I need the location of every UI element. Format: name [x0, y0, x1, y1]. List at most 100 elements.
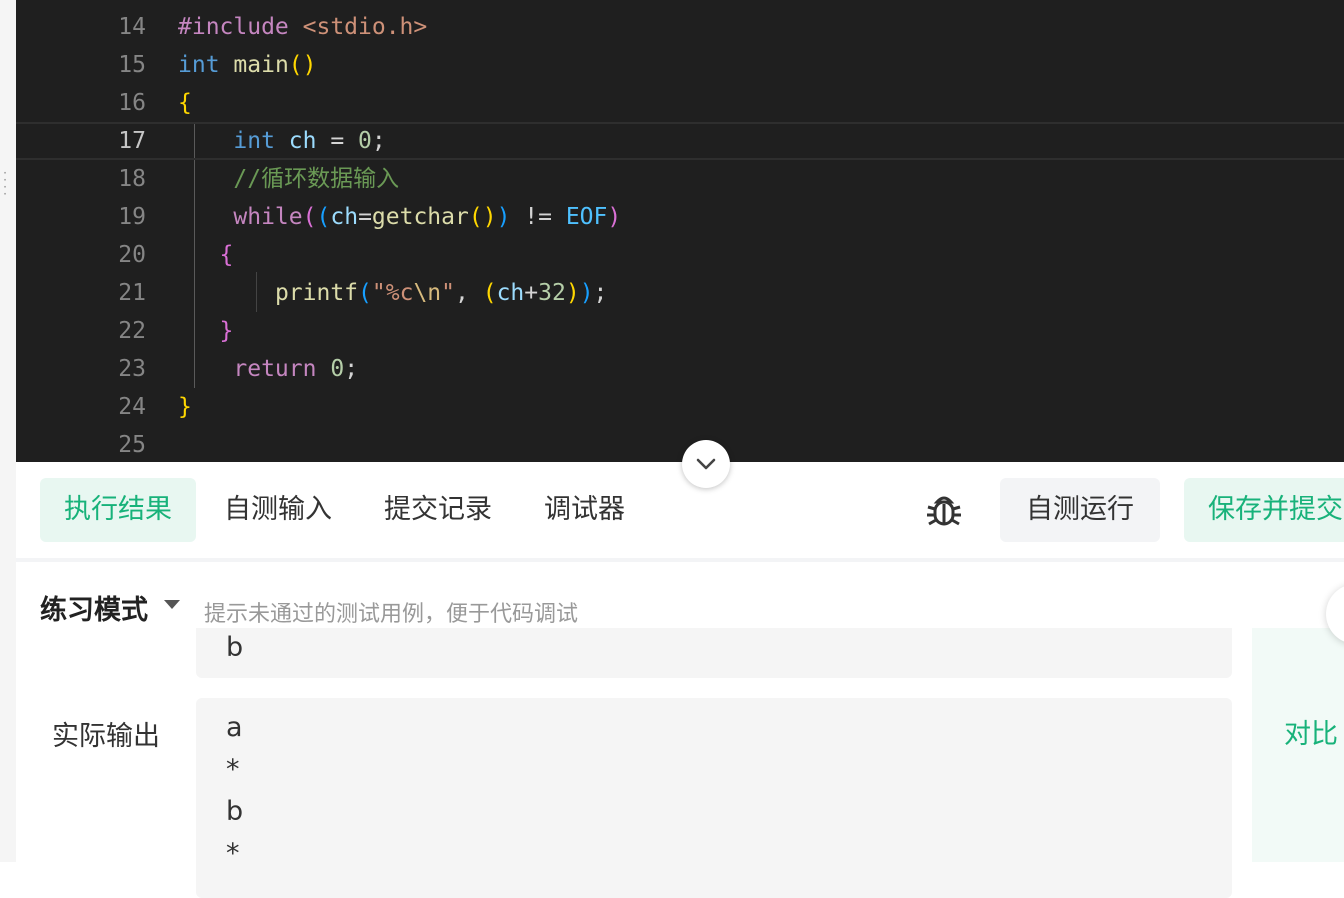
- code-token: 0: [330, 356, 345, 382]
- code-line[interactable]: 23 return 0;: [16, 350, 1344, 388]
- code-line[interactable]: 25: [16, 426, 1344, 462]
- code-line[interactable]: 17 int ch = 0;: [16, 122, 1344, 160]
- code-token: (): [288, 52, 317, 78]
- code-token: ": [441, 280, 455, 306]
- code-text: }: [178, 312, 234, 350]
- code-token: int: [178, 52, 220, 78]
- tab-debugger[interactable]: 调试器: [520, 478, 649, 542]
- code-text: int main(): [178, 46, 317, 84]
- resize-handle-icon[interactable]: · · · ·: [2, 167, 8, 200]
- line-number: 21: [118, 280, 146, 306]
- line-number: 23: [118, 356, 146, 382]
- code-text: while((ch=getchar()) != EOF): [178, 198, 621, 236]
- code-token: <stdio.h>: [302, 14, 428, 40]
- code-token: EOF: [565, 204, 608, 230]
- output-line: b: [226, 632, 244, 663]
- collapse-panel-button[interactable]: [682, 440, 730, 488]
- code-line[interactable]: 21 printf("%c\n", (ch+32));: [16, 274, 1344, 312]
- line-number: 20: [118, 242, 146, 268]
- code-token: ,: [455, 280, 483, 306]
- code-token: ): [565, 280, 580, 306]
- code-line[interactable]: 20 {: [16, 236, 1344, 274]
- code-editor[interactable]: 14 #include <stdio.h> 15 int main() 16 {17 in…: [16, 0, 1344, 462]
- code-token: ): [607, 204, 622, 230]
- code-text: {: [178, 236, 234, 274]
- code-token: return: [233, 356, 317, 382]
- compare-button[interactable]: 对比: [1284, 712, 1338, 751]
- chevron-down-icon: [696, 458, 716, 470]
- caret-down-icon[interactable]: [164, 600, 180, 609]
- code-token: (): [468, 204, 497, 230]
- expected-output-box: b: [196, 628, 1232, 678]
- code-token: getchar: [371, 204, 469, 230]
- code-line[interactable]: 19 while((ch=getchar()) != EOF): [16, 198, 1344, 236]
- line-number: 24: [118, 394, 146, 420]
- code-token: 0: [358, 128, 372, 154]
- code-token: printf: [274, 280, 359, 306]
- result-toolbar: 执行结果 自测输入 提交记录 调试器 自测运行 保存并提交: [16, 462, 1344, 562]
- code-token: 32: [538, 280, 566, 306]
- code-token: \n: [413, 280, 442, 306]
- output-line: *: [226, 838, 240, 869]
- output-line: b: [226, 796, 244, 827]
- code-token: #include: [178, 14, 303, 40]
- code-token: ch: [330, 204, 359, 230]
- code-line[interactable]: 22 }: [16, 312, 1344, 350]
- code-token: ch: [288, 128, 317, 154]
- code-token: (: [482, 280, 497, 306]
- line-number: 25: [118, 432, 146, 458]
- code-token: (: [358, 280, 372, 306]
- compare-panel: 对比: [1252, 628, 1344, 862]
- code-token: //循环数据输入: [233, 166, 400, 192]
- code-token: (: [316, 204, 331, 230]
- code-token: ch: [496, 280, 525, 306]
- code-text: #include <stdio.h>: [178, 8, 427, 46]
- code-token: }: [178, 394, 192, 420]
- tab-execution-result[interactable]: 执行结果: [40, 478, 196, 542]
- line-number: 19: [118, 204, 146, 230]
- code-token: =: [316, 128, 359, 154]
- code-line[interactable]: 16 {: [16, 84, 1344, 122]
- line-number: 17: [118, 128, 146, 154]
- output-line: a: [226, 712, 243, 743]
- code-token: !=: [510, 204, 566, 230]
- actual-output-label: 实际输出: [52, 721, 160, 752]
- code-token: ;: [371, 128, 386, 154]
- code-token: while: [233, 204, 303, 230]
- code-line[interactable]: 24}: [16, 388, 1344, 426]
- code-text: }: [178, 388, 192, 426]
- code-text: int ch = 0;: [178, 124, 386, 158]
- code-line[interactable]: 14 #include <stdio.h>: [16, 8, 1344, 46]
- code-text: {: [178, 84, 192, 122]
- code-token: ): [496, 204, 511, 230]
- code-token: (: [302, 204, 317, 230]
- tab-self-test-input[interactable]: 自测输入: [200, 478, 356, 542]
- code-token: int: [233, 128, 275, 154]
- practice-mode-dropdown[interactable]: 练习模式: [40, 588, 148, 627]
- tab-submit-history[interactable]: 提交记录: [360, 478, 516, 542]
- save-submit-button[interactable]: 保存并提交: [1184, 478, 1344, 542]
- code-token: =: [358, 204, 372, 230]
- code-token: {: [178, 90, 192, 116]
- code-text: printf("%c\n", (ch+32));: [178, 274, 607, 312]
- output-line: *: [226, 754, 240, 785]
- code-line[interactable]: 15 int main(): [16, 46, 1344, 84]
- left-gutter: · · · ·: [0, 0, 16, 862]
- line-number: 16: [118, 90, 146, 116]
- line-number: 18: [118, 166, 146, 192]
- self-test-run-button[interactable]: 自测运行: [1000, 478, 1160, 542]
- code-token: ;: [593, 280, 608, 306]
- code-token: }: [219, 318, 234, 344]
- bug-icon[interactable]: [924, 490, 964, 530]
- code-line[interactable]: 18 //循环数据输入: [16, 160, 1344, 198]
- code-text: return 0;: [178, 350, 358, 388]
